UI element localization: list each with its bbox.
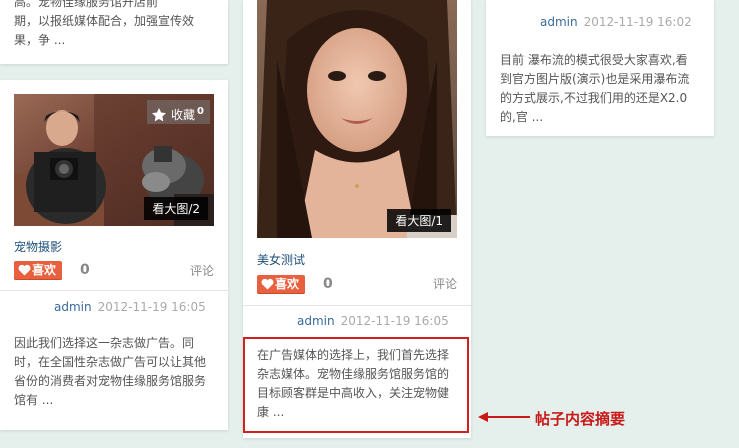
summary-highlight-box xyxy=(243,337,469,433)
post-card-prev: 高。宠物佳缘服务馆开店前 期，以报纸媒体配合，加强宣传效 果，争 ... xyxy=(0,0,228,64)
post-image[interactable]: 看大图/1 xyxy=(257,0,457,238)
comment-link[interactable]: 评论 xyxy=(433,275,457,292)
star-icon xyxy=(152,107,167,121)
annotation-label: 帖子内容摘要 xyxy=(535,410,626,428)
post-time: 2012-11-19 16:05 xyxy=(97,300,206,314)
post-meta: admin 2012-11-19 16:05 xyxy=(297,314,449,328)
post-title[interactable]: 美女测试 xyxy=(257,251,305,268)
post-meta: admin 2012-11-19 16:02 xyxy=(540,15,692,29)
like-count: 0 xyxy=(323,276,333,292)
post-image[interactable]: 收藏 0 看大图/2 xyxy=(14,94,214,226)
post-summary: 高。宠物佳缘服务馆开店前 期，以报纸媒体配合，加强宣传效 果，争 ... xyxy=(14,0,195,47)
view-image-caption[interactable]: 看大图/2 xyxy=(144,197,208,220)
like-button[interactable]: 喜欢 xyxy=(14,261,63,280)
like-button[interactable]: 喜欢 xyxy=(257,275,306,294)
favorite-button[interactable]: 收藏 0 xyxy=(147,100,210,124)
post-time: 2012-11-19 16:02 xyxy=(583,15,692,29)
view-image-caption[interactable]: 看大图/1 xyxy=(387,209,451,232)
post-summary: 因此我们选择这一杂志做广告。同 时，在全国性杂志做广告可以让其他 省份的消费者对… xyxy=(14,336,207,407)
heart-icon xyxy=(18,264,31,275)
favorite-count: 0 xyxy=(197,106,204,117)
post-card-pet-photo: 收藏 0 看大图/2 宠物摄影 喜欢 0 评论 admin 2012-11-19 1… xyxy=(0,80,228,430)
author-link[interactable]: admin xyxy=(54,300,92,314)
portrait-photo-image xyxy=(257,0,457,238)
author-link[interactable]: admin xyxy=(540,15,578,29)
post-card-waterfall: admin 2012-11-19 16:02 目前 瀑布流的模式很受大家喜欢,看 … xyxy=(486,0,714,136)
divider xyxy=(243,305,471,306)
favorite-label: 收藏 xyxy=(171,108,196,122)
like-label: 喜欢 xyxy=(32,263,57,277)
comment-link[interactable]: 评论 xyxy=(190,262,214,279)
post-meta: admin 2012-11-19 16:05 xyxy=(54,300,206,314)
post-summary: 目前 瀑布流的模式很受大家喜欢,看 到官方图片版(演示)也是采用瀑布流 的方式展… xyxy=(500,53,690,124)
post-title[interactable]: 宠物摄影 xyxy=(14,238,62,255)
like-count: 0 xyxy=(80,262,90,278)
heart-icon xyxy=(261,278,274,289)
author-link[interactable]: admin xyxy=(297,314,335,328)
like-label: 喜欢 xyxy=(275,277,300,291)
post-time: 2012-11-19 16:05 xyxy=(340,314,449,328)
arrow-left-icon xyxy=(478,412,530,422)
divider xyxy=(0,290,228,291)
